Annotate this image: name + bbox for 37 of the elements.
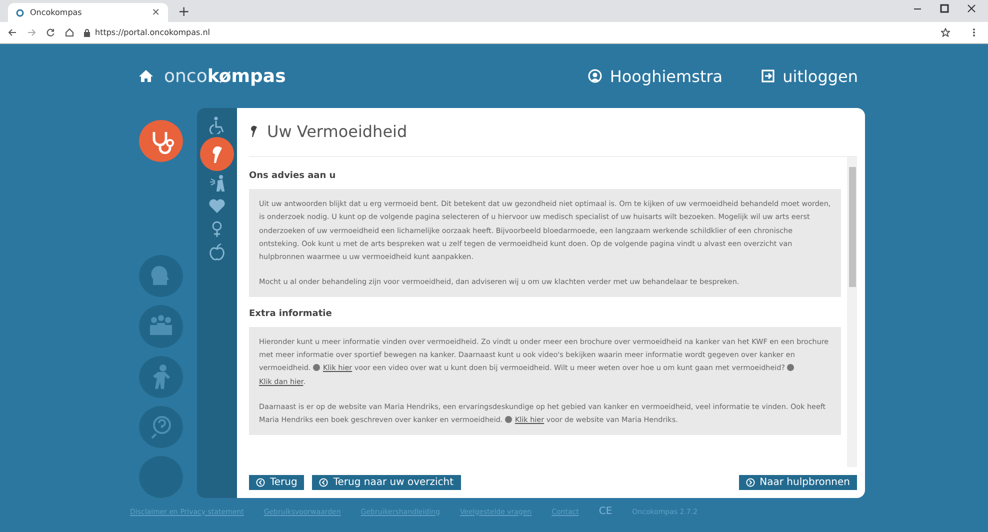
- close-icon[interactable]: [967, 4, 976, 13]
- browser-tab[interactable]: Oncokompas ×: [8, 3, 168, 22]
- url-field[interactable]: https://portal.oncokompas.nl: [95, 28, 210, 37]
- user-link[interactable]: Hooghiemstra: [588, 66, 723, 86]
- star-icon[interactable]: [941, 28, 950, 37]
- home-icon[interactable]: [138, 69, 154, 83]
- topic-button[interactable]: [200, 137, 234, 171]
- apple-icon: [208, 243, 226, 261]
- back-icon[interactable]: [8, 28, 17, 37]
- chevron-left-icon: [319, 478, 328, 487]
- back-button[interactable]: Terug: [249, 475, 304, 490]
- section-heading: Extra informatie: [249, 308, 333, 319]
- heart-icon: [208, 197, 226, 215]
- wheelchair-icon: [208, 116, 226, 134]
- forward-icon[interactable]: [27, 28, 36, 37]
- home-icon[interactable]: [65, 28, 74, 37]
- ce-mark: CE: [598, 506, 612, 517]
- section-heading: Ons advies aan u: [249, 171, 337, 181]
- maximize-icon[interactable]: [940, 4, 949, 13]
- domain-button[interactable]: [139, 120, 183, 162]
- scrollbar[interactable]: [847, 157, 857, 467]
- back-button[interactable]: Terug naar uw overzicht: [312, 475, 461, 490]
- logout-link[interactable]: uitloggen: [760, 66, 858, 86]
- new-tab-button[interactable]: +: [178, 4, 190, 20]
- forward-button[interactable]: Naar hulpbronnen: [738, 475, 857, 490]
- page-title: Uw Vermoeidheid: [267, 122, 408, 140]
- logout-icon: [760, 69, 775, 83]
- lock-icon: [84, 28, 90, 36]
- chevron-left-icon: [256, 478, 265, 487]
- logo[interactable]: oncokømpas: [164, 66, 286, 86]
- chevron-right-icon: [746, 478, 755, 487]
- reload-icon[interactable]: [46, 28, 55, 37]
- close-tab-button[interactable]: ×: [152, 7, 160, 18]
- user-icon: [588, 69, 602, 83]
- pain-icon: [208, 174, 226, 192]
- fatigue-icon: [249, 124, 259, 138]
- site-icon: [16, 8, 24, 16]
